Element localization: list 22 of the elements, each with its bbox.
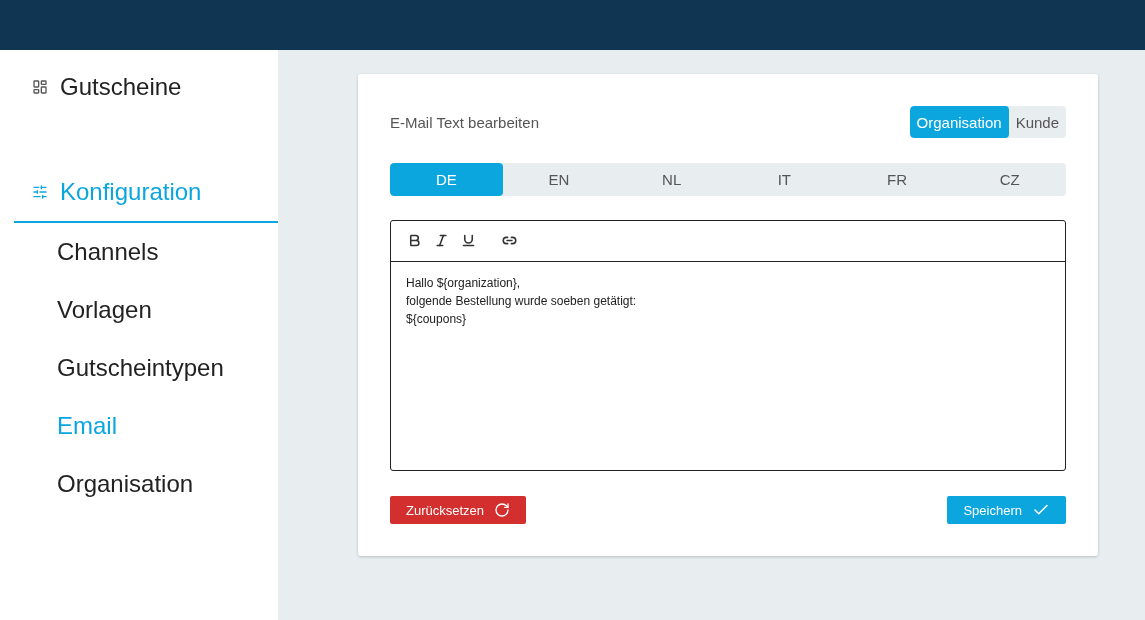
- language-tab[interactable]: NL: [615, 163, 728, 196]
- sidebar-section[interactable]: Gutscheine: [14, 72, 278, 102]
- text-editor[interactable]: Hallo ${organization}, folgende Bestellung wurde soeben getätigt: ${coupons}: [390, 219, 1066, 471]
- editor-text-line: folgende Bestellung wurde soeben getätigt:: [406, 292, 638, 310]
- sliders-icon: [32, 184, 48, 200]
- language-tab[interactable]: IT: [728, 163, 841, 196]
- sidebar-item[interactable]: Vorlagen: [57, 296, 152, 324]
- language-tab[interactable]: CZ: [953, 163, 1066, 196]
- rotate-icon: [494, 502, 511, 518]
- sidebar-item[interactable]: Channels: [57, 238, 159, 266]
- language-tab[interactable]: FR: [840, 163, 954, 196]
- card-title: E-Mail Text bearbeiten: [390, 113, 539, 131]
- editor-text-line: Hallo ${organization},: [406, 274, 522, 292]
- language-tab[interactable]: EN: [502, 163, 616, 196]
- toggle-option[interactable]: Kunde: [1008, 106, 1066, 138]
- editor-text-line: ${coupons}: [406, 310, 468, 328]
- section-label: Konfiguration: [60, 178, 202, 206]
- sidebar-item[interactable]: Organisation: [57, 470, 194, 498]
- reset-button[interactable]: Zurücksetzen: [390, 496, 527, 524]
- dashboard-icon: [32, 79, 48, 95]
- sidebar-item[interactable]: Gutscheintypen: [57, 354, 224, 382]
- section-label: Gutscheine: [60, 73, 182, 101]
